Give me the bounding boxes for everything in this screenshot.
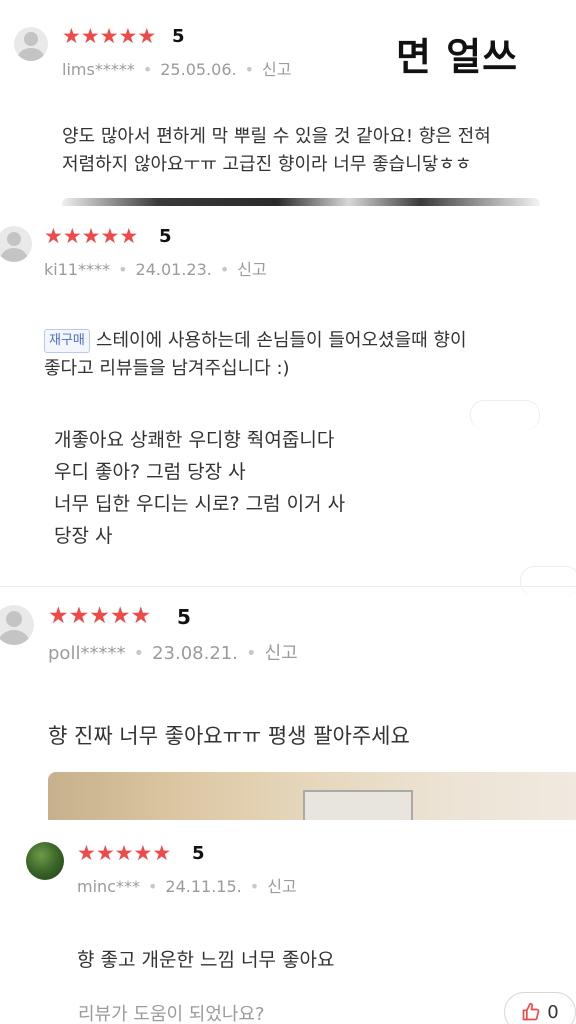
photo-placeholder [470, 400, 540, 430]
helpful-question: 리뷰가 도움이 되었나요? [78, 1004, 265, 1024]
star-icon: ★ [48, 603, 69, 629]
star-icon: ★ [137, 24, 157, 48]
star-icon: ★ [81, 224, 101, 248]
star-icon: ★ [152, 841, 172, 865]
review-photo[interactable] [48, 772, 576, 820]
review-date: 25.05.06. [160, 60, 237, 79]
review-date: 24.01.23. [135, 260, 212, 279]
repurchase-badge: 재구매 [44, 329, 90, 354]
reviewer-name: ki11**** [44, 260, 111, 279]
report-link[interactable]: 신고 [262, 60, 291, 79]
reviewer-avatar [0, 605, 34, 645]
review-date: 23.08.21. [152, 643, 238, 664]
review-text: 양도 많아서 편하게 막 뿌릴 수 있을 것 같아요! 향은 전혀 저렴하지 않… [62, 126, 491, 175]
thumbs-up-icon [521, 1002, 541, 1022]
report-link[interactable]: 신고 [267, 877, 296, 896]
review-meta: poll***** • 23.08.21. • 신고 [48, 643, 298, 664]
report-link[interactable]: 신고 [265, 643, 298, 664]
star-icon: ★ [130, 603, 152, 629]
reviewer-name: lims***** [62, 60, 135, 79]
review-photo[interactable] [62, 198, 540, 206]
review-date: 24.11.15. [165, 877, 242, 896]
rating-score: 5 [159, 226, 172, 247]
rating-score: 5 [177, 605, 191, 629]
star-icon: ★ [119, 224, 139, 248]
rating-stars: ★ ★ ★ ★ ★ [62, 26, 156, 47]
review-text: 향 진짜 너무 좋아요ㅠㅠ 평생 팔아주세요 [48, 724, 410, 748]
rating-score: 5 [192, 843, 205, 864]
rating-stars: ★ ★ ★ ★ ★ [77, 843, 171, 864]
review-meta: lims***** • 25.05.06. • 신고 [62, 60, 292, 79]
review-comment: 개좋아요 상쾌한 우디향 줙여줍니다 우디 좋아? 그럼 당장 사 너무 딥한 … [54, 429, 346, 547]
star-icon: ★ [109, 603, 131, 629]
rating-stars: ★ ★ ★ ★ ★ [48, 605, 151, 628]
photo-placeholder [520, 566, 576, 596]
review-text: 향 좋고 개운한 느낌 너무 좋아요 [77, 949, 335, 971]
star-icon: ★ [89, 603, 110, 629]
star-icon: ★ [118, 24, 138, 48]
star-icon: ★ [77, 841, 96, 865]
review-meta: ki11**** • 24.01.23. • 신고 [44, 260, 267, 279]
divider [0, 586, 576, 587]
star-icon: ★ [100, 224, 120, 248]
reviewer-avatar [14, 27, 48, 61]
reviewer-name: poll***** [48, 643, 126, 664]
report-link[interactable]: 신고 [237, 260, 266, 279]
star-icon: ★ [68, 603, 90, 629]
star-icon: ★ [133, 841, 153, 865]
star-icon: ★ [99, 24, 119, 48]
review-meta: minc*** • 24.11.15. • 신고 [77, 877, 297, 896]
star-icon: ★ [80, 24, 100, 48]
reviewer-avatar [0, 226, 32, 262]
star-icon: ★ [62, 24, 81, 48]
overlay-title: 면 얼쓰 [396, 35, 519, 79]
like-count: 0 [547, 1001, 559, 1023]
reviewer-name: minc*** [77, 877, 140, 896]
star-icon: ★ [44, 224, 63, 248]
rating-score: 5 [172, 26, 185, 47]
rating-stars: ★ ★ ★ ★ ★ [44, 226, 138, 247]
star-icon: ★ [114, 841, 134, 865]
reviewer-avatar [26, 842, 64, 880]
like-button[interactable]: 0 [504, 992, 576, 1024]
star-icon: ★ [62, 224, 82, 248]
star-icon: ★ [95, 841, 115, 865]
review-text: 재구매 스테이에 사용하는데 손님들이 들어오셨을때 향이 좋다고 리뷰들을 남겨… [44, 329, 467, 379]
